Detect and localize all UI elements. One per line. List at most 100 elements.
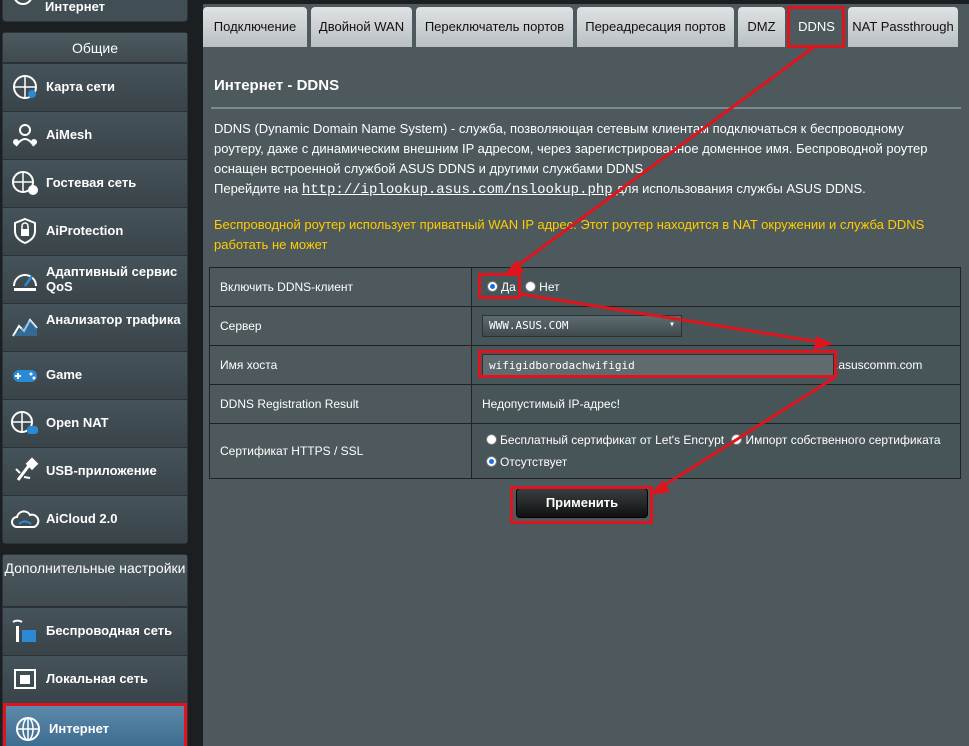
tab-dmz[interactable]: DMZ	[738, 7, 785, 47]
result-label: DDNS Registration Result	[209, 384, 472, 424]
usb-icon	[10, 456, 40, 486]
enable-ddns-options: Да Нет	[471, 267, 961, 307]
sidebar-item-label: Анализатор трафика	[46, 312, 181, 327]
guest-network-icon	[10, 168, 40, 198]
sidebar-item-open-nat[interactable]: Open NAT	[3, 399, 187, 447]
sidebar-item-usb[interactable]: USB-приложение	[3, 447, 187, 495]
cert-none-radio[interactable]	[486, 456, 497, 467]
cert-import-option[interactable]: Импорт собственного сертификата	[731, 433, 941, 447]
certificate-options: Бесплатный сертификат от Let's Encrypt И…	[471, 423, 961, 479]
qos-gauge-icon	[10, 264, 40, 294]
apply-button[interactable]: Применить	[516, 488, 648, 518]
gamepad-icon	[10, 360, 40, 390]
server-label: Сервер	[209, 306, 472, 346]
enable-no-option[interactable]: Нет	[525, 280, 560, 294]
hostname-input[interactable]: wifigidborodachwifigid	[482, 354, 834, 376]
desc-line: оснащен встроенной службой ASUS DDNS и д…	[214, 161, 647, 176]
tab-port-forwarding[interactable]: Переадресация портов	[577, 7, 734, 47]
sidebar-item-label: USB-приложение	[46, 463, 157, 478]
desc-link-prefix: Перейдите на	[214, 181, 302, 196]
title-divider	[211, 107, 961, 109]
tab-nat-passthrough[interactable]: NAT Passthrough	[848, 7, 958, 47]
sidebar-item-aicloud[interactable]: AiCloud 2.0	[3, 495, 187, 543]
enable-no-label: Нет	[539, 280, 560, 294]
cert-none-label: Отсутствует	[500, 455, 568, 469]
form-row-result: DDNS Registration Result Недопустимый IP…	[209, 384, 961, 424]
desc-line: DDNS (Dynamic Domain Name System) - служ…	[214, 121, 904, 136]
tab-dual-wan[interactable]: Двойной WAN	[311, 7, 412, 47]
wireless-icon	[10, 616, 40, 646]
sidebar-item-label: Карта сети	[46, 79, 115, 94]
sidebar-item-label: Game	[46, 367, 83, 382]
sidebar-item-label: Open NAT	[46, 415, 109, 430]
ddns-form: Включить DDNS-клиент Да Нет Сервер WWW.A…	[209, 267, 961, 479]
aimesh-icon	[10, 120, 40, 150]
enable-yes-option[interactable]: Да	[487, 280, 516, 294]
general-header: Общие	[3, 33, 187, 63]
cloud-icon	[10, 504, 40, 534]
advanced-header: Дополнительные настройки	[3, 555, 187, 607]
desc-line: роутеру, даже с динамическим внешним IP …	[214, 141, 928, 156]
desc-link-line: Перейдите на http://iplookup.asus.com/ns…	[214, 179, 954, 200]
sidebar-item-internet-top[interactable]: Интернет	[2, 0, 188, 22]
sidebar-item-label: Интернет	[49, 721, 110, 736]
cert-none-option[interactable]: Отсутствует	[486, 455, 567, 469]
cert-letsencrypt-option[interactable]: Бесплатный сертификат от Let's Encrypt	[486, 433, 724, 447]
globe-icon	[11, 0, 41, 16]
open-nat-icon	[10, 408, 40, 438]
tab-connection[interactable]: Подключение	[203, 7, 307, 47]
sidebar-item-label: Гостевая сеть	[46, 175, 137, 190]
description: DDNS (Dynamic Domain Name System) - служ…	[214, 119, 954, 200]
form-row-hostname: Имя хоста wifigidborodachwifigid .asuscom…	[209, 345, 961, 385]
chevron-down-icon: ▾	[668, 319, 675, 330]
sidebar-item-qos[interactable]: Адаптивный сервис QoS	[3, 255, 187, 303]
nat-warning: Беспроводной роутер использует приватный…	[214, 217, 925, 252]
certificate-row-2: Отсутствует	[486, 451, 950, 473]
traffic-analyzer-icon	[10, 312, 40, 342]
certificate-label: Сертификат HTTPS / SSL	[209, 423, 472, 479]
sidebar-item-label: AiMesh	[46, 127, 93, 142]
lan-icon	[10, 664, 40, 694]
sidebar-item-lan[interactable]: Локальная сеть	[3, 655, 187, 703]
tab-port-switch[interactable]: Переключатель портов	[416, 7, 573, 47]
sidebar-item-wireless[interactable]: Беспроводная сеть	[3, 607, 187, 655]
desc-link-suffix: для использования службы ASUS DDNS.	[612, 181, 866, 196]
sidebar-item-network-map[interactable]: Карта сети	[3, 63, 187, 111]
network-map-icon	[10, 72, 40, 102]
server-value: WWW.ASUS.COM	[489, 319, 569, 332]
sidebar-item-aiprotection[interactable]: AiProtection	[3, 207, 187, 255]
cert-import-label: Импорт собственного сертификата	[745, 433, 941, 447]
sidebar-item-aimesh[interactable]: AiMesh	[3, 111, 187, 159]
general-section: Общие Карта сети AiMesh Гостевая сеть Ai…	[2, 32, 188, 544]
sidebar-item-internet[interactable]: Интернет	[3, 703, 187, 746]
sidebar: Интернет Общие Карта сети AiMesh Гостева…	[0, 0, 189, 746]
sidebar-item-label: Беспроводная сеть	[46, 623, 173, 638]
sidebar-item-game[interactable]: Game	[3, 351, 187, 399]
cert-letsencrypt-label: Бесплатный сертификат от Let's Encrypt	[500, 433, 725, 447]
sidebar-item-traffic-analyzer[interactable]: Анализатор трафика	[3, 303, 187, 351]
sidebar-item-label: Интернет	[45, 0, 106, 14]
tab-ddns[interactable]: DDNS	[789, 7, 844, 47]
cert-letsencrypt-radio[interactable]	[486, 434, 497, 445]
advanced-section: Дополнительные настройки Беспроводная се…	[2, 554, 188, 746]
lock-shield-icon	[10, 216, 40, 246]
sidebar-item-guest-network[interactable]: Гостевая сеть	[3, 159, 187, 207]
result-value: Недопустимый IP-адрес!	[471, 384, 961, 424]
content-area: Интернет - DDNS DDNS (Dynamic Domain Nam…	[203, 47, 969, 746]
form-row-enable: Включить DDNS-клиент Да Нет	[209, 267, 961, 307]
asus-lookup-link[interactable]: http://iplookup.asus.com/nslookup.php	[302, 182, 613, 198]
sidebar-item-label: AiProtection	[46, 223, 124, 238]
cert-import-radio[interactable]	[731, 434, 743, 445]
sidebar-item-label: AiCloud 2.0	[46, 511, 118, 526]
enable-yes-label: Да	[501, 280, 516, 294]
sidebar-item-label: Локальная сеть	[46, 671, 148, 686]
enable-yes-radio[interactable]	[487, 281, 498, 292]
sidebar-item-label: Адаптивный сервис QoS	[46, 264, 178, 294]
page-title: Интернет - DDNS	[214, 77, 340, 94]
hostname-suffix: .asuscomm.com	[835, 358, 923, 372]
form-row-certificate: Сертификат HTTPS / SSL Бесплатный сертиф…	[209, 423, 961, 479]
enable-no-radio[interactable]	[525, 281, 537, 292]
server-cell: WWW.ASUS.COM ▾	[471, 306, 961, 346]
hostname-cell: wifigidborodachwifigid .asuscomm.com	[471, 345, 961, 385]
server-select[interactable]: WWW.ASUS.COM ▾	[482, 315, 682, 337]
